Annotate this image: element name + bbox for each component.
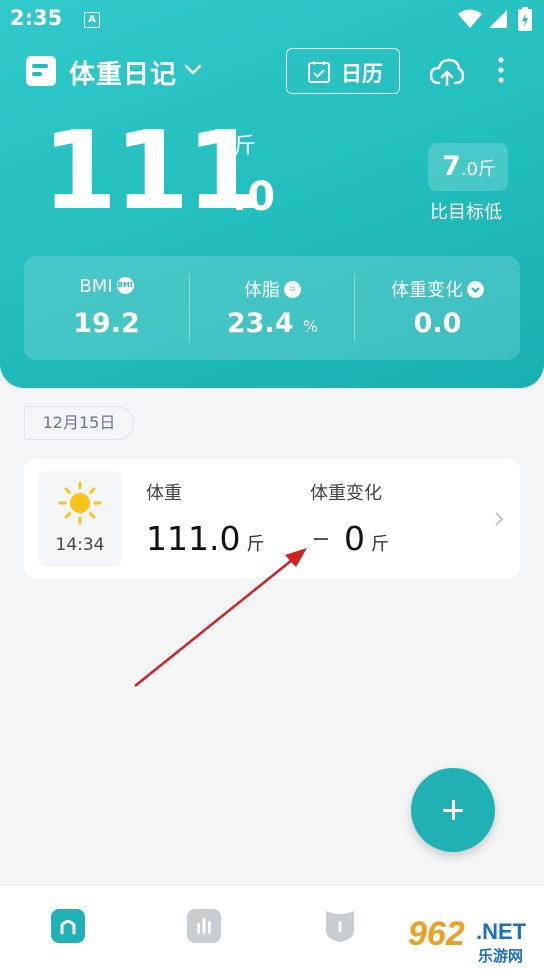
stat-bodyfat-value: 23.4 — [226, 308, 294, 339]
chart-icon[interactable] — [187, 909, 221, 943]
chevron-down-icon — [467, 280, 484, 298]
notification-icon: A — [84, 12, 100, 28]
change-dash-icon — [314, 538, 328, 540]
diary-icon[interactable] — [26, 56, 56, 86]
more-options-icon[interactable] — [496, 56, 506, 86]
record-weight: 111.0 斤 — [146, 519, 265, 558]
watermark-logo: 962 .NET 乐游网 — [404, 911, 542, 965]
weight-record-card[interactable]: 14:34 体重 111.0 斤 体重变化 0斤 — [24, 459, 520, 579]
cloud-upload-icon[interactable] — [430, 58, 464, 86]
current-weight-integer: 111 — [42, 109, 261, 234]
chevron-right-icon[interactable] — [494, 511, 504, 527]
sun-icon — [58, 481, 102, 525]
stat-bmi[interactable]: BMI BMI 19.2 — [24, 256, 189, 360]
title-bar: 体重日记 日历 — [26, 48, 524, 96]
svg-text:乐游网: 乐游网 — [478, 947, 523, 965]
app-title[interactable]: 体重日记 — [69, 54, 177, 91]
wifi-icon — [458, 9, 482, 28]
stat-bmi-label: BMI — [79, 276, 113, 297]
bodyfat-icon: ∷ — [284, 280, 301, 298]
goal-diff-decimal: .0斤 — [460, 159, 496, 180]
stat-weight-change[interactable]: 体重变化 0.0 — [355, 256, 520, 360]
calendar-button[interactable]: 日历 — [286, 48, 400, 94]
status-bar: 2:35 A — [10, 6, 534, 32]
status-time: 2:35 — [10, 6, 63, 30]
shield-icon[interactable] — [323, 909, 357, 943]
record-weight-label: 体重 — [146, 483, 182, 504]
stats-panel: BMI BMI 19.2 体脂 ∷ 23.4 % 体重变化 0.0 — [24, 256, 520, 360]
record-date-chip: 12月15日 — [24, 406, 134, 440]
chevron-down-icon[interactable] — [184, 64, 202, 76]
stat-change-label: 体重变化 — [391, 280, 463, 301]
record-change: 0斤 — [344, 519, 389, 558]
goal-diff-text: 比目标低 — [430, 202, 502, 223]
home-icon[interactable] — [51, 909, 85, 943]
add-record-button[interactable] — [411, 768, 495, 852]
record-time-box: 14:34 — [38, 471, 122, 567]
calendar-icon — [308, 61, 330, 83]
plus-icon — [452, 800, 455, 820]
record-time: 14:34 — [55, 535, 105, 555]
goal-diff-number: 7.0斤 — [442, 151, 496, 182]
record-weight-unit: 斤 — [246, 534, 265, 555]
record-change-unit: 斤 — [371, 534, 389, 555]
stat-bodyfat-label: 体脂 — [244, 280, 280, 301]
signal-icon — [489, 10, 507, 28]
record-change-label: 体重变化 — [310, 483, 382, 504]
battery-icon — [518, 7, 532, 31]
calendar-label: 日历 — [341, 62, 383, 86]
header-panel: 2:35 A 体重日记 日历 111 斤 .0 7.0斤 比目标低 BMI BM… — [0, 0, 544, 388]
svg-text:.NET: .NET — [476, 919, 527, 944]
goal-diff-badge[interactable]: 7.0斤 — [428, 143, 508, 191]
bmi-icon: BMI — [116, 276, 134, 294]
current-weight-unit: 斤 — [234, 134, 257, 159]
stat-bodyfat[interactable]: 体脂 ∷ 23.4 % — [190, 256, 355, 360]
svg-text:962: 962 — [408, 915, 465, 953]
current-weight-decimal: .0 — [232, 174, 276, 220]
stat-change-value: 0.0 — [413, 308, 462, 339]
stat-bmi-value: 19.2 — [73, 308, 140, 339]
stat-bodyfat-unit: % — [302, 317, 319, 336]
